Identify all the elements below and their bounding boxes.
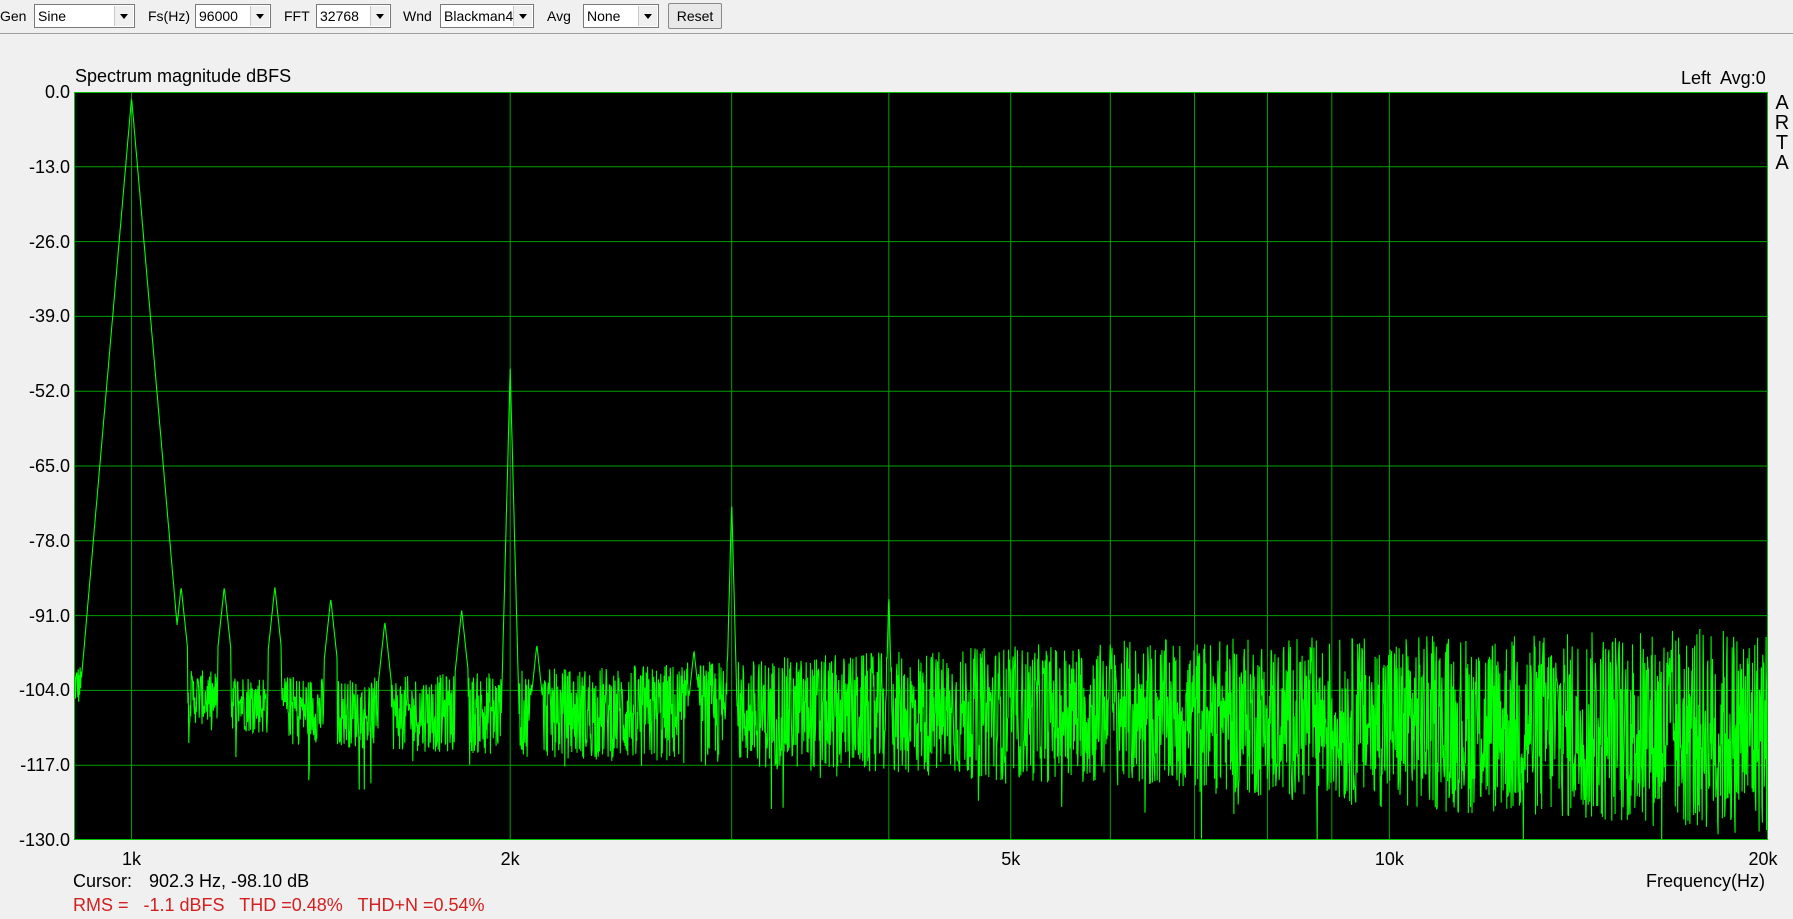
fs-select-value: 96000 <box>199 8 238 24</box>
cursor-readout: 902.3 Hz, -98.10 dB <box>149 871 310 891</box>
chevron-down-icon[interactable] <box>250 6 269 26</box>
x-axis-label: Frequency(Hz) <box>1646 871 1766 891</box>
reset-button[interactable]: Reset <box>668 3 722 29</box>
fft-select-value: 32768 <box>320 8 359 24</box>
y-tick-label: -91.0 <box>28 605 70 626</box>
x-tick-label: 1k <box>122 849 142 869</box>
chevron-down-icon[interactable] <box>370 6 389 26</box>
wnd-select[interactable]: Blackman4 <box>440 4 534 28</box>
x-tick-label: 5k <box>1001 849 1021 869</box>
y-tick-label: -117.0 <box>20 755 70 776</box>
y-tick-label: -65.0 <box>28 456 70 476</box>
spectrum-plot[interactable] <box>74 92 1768 840</box>
y-tick-label: -130.0 <box>18 830 70 850</box>
fs-select[interactable]: 96000 <box>195 4 271 28</box>
gen-select[interactable]: Sine <box>34 4 135 28</box>
x-tick-label: 2k <box>500 849 520 869</box>
gen-label: Gen <box>0 8 27 24</box>
plot-title: Spectrum magnitude dBFS <box>75 66 292 86</box>
chevron-down-icon[interactable] <box>114 6 133 26</box>
y-tick-label: 0.0 <box>44 82 70 102</box>
avg-label: Avg <box>547 8 571 24</box>
y-tick-label: -26.0 <box>28 231 70 252</box>
y-tick-label: -52.0 <box>28 381 70 402</box>
chevron-down-icon[interactable] <box>513 6 532 26</box>
x-tick-label: 20k <box>1748 849 1778 869</box>
avg-status: Avg:0 <box>1720 68 1766 88</box>
y-tick-label: -78.0 <box>28 530 70 551</box>
avg-select-value: None <box>587 8 621 24</box>
y-tick-label: -104.0 <box>18 680 70 701</box>
channel-label: Left <box>1681 68 1712 88</box>
x-tick-label: 10k <box>1374 849 1404 869</box>
stats-readout: RMS = -1.1 dBFS THD =0.48% THD+N =0.54% <box>73 895 485 915</box>
fft-label: FFT <box>284 8 310 24</box>
gen-select-value: Sine <box>38 8 67 24</box>
y-tick-label: -13.0 <box>28 156 70 177</box>
fs-label: Fs(Hz) <box>148 8 190 24</box>
avg-select[interactable]: None <box>583 4 659 28</box>
wnd-select-value: Blackman4 <box>444 8 514 24</box>
cursor-label: Cursor: <box>73 871 133 891</box>
brand-letter: A <box>1775 152 1789 174</box>
chevron-down-icon[interactable] <box>638 6 657 26</box>
y-tick-label: -39.0 <box>28 306 70 327</box>
fft-select[interactable]: 32768 <box>316 4 391 28</box>
wnd-label: Wnd <box>403 8 432 24</box>
toolbar: Gen Sine Fs(Hz) 96000 FFT 32768 Wnd Blac… <box>0 0 1793 34</box>
